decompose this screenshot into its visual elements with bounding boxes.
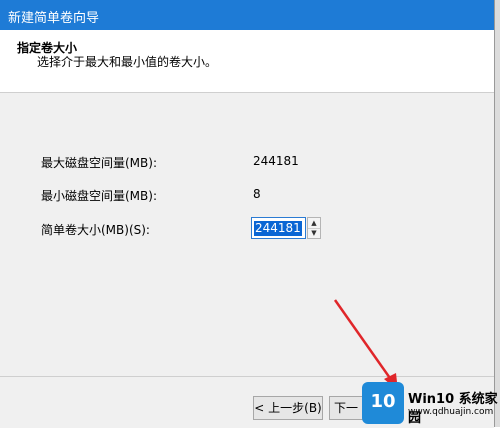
watermark: 10 Win10 系统家园 www.qdhuajin.com (362, 376, 500, 427)
volume-size-stepper[interactable]: 244181 ▲ ▼ (251, 217, 321, 239)
min-space-label: 最小磁盘空间量(MB): (41, 189, 157, 203)
watermark-logo: 10 (362, 382, 404, 424)
back-button[interactable]: < 上一步(B) (253, 396, 323, 420)
wizard-header: 指定卷大小 选择介于最大和最小值的卷大小。 (0, 30, 494, 93)
volume-size-input[interactable]: 244181 (251, 217, 306, 239)
volume-size-selected-text: 244181 (254, 221, 302, 236)
wizard-window: 新建简单卷向导 指定卷大小 选择介于最大和最小值的卷大小。 最大磁盘空间量(MB… (0, 0, 495, 428)
max-space-value: 244181 (253, 154, 299, 168)
watermark-logo-text: 10 (370, 391, 396, 412)
volume-size-label: 简单卷大小(MB)(S): (41, 223, 150, 237)
spin-down-icon[interactable]: ▼ (308, 228, 320, 238)
watermark-url: www.qdhuajin.com (408, 407, 494, 417)
window-title: 新建简单卷向导 (8, 11, 100, 26)
background-window-edge (495, 0, 500, 427)
page-subheading: 选择介于最大和最小值的卷大小。 (37, 55, 218, 69)
max-space-label: 最大磁盘空间量(MB): (41, 156, 157, 170)
title-bar: 新建简单卷向导 (0, 0, 494, 30)
min-space-value: 8 (253, 187, 261, 201)
spin-buttons: ▲ ▼ (307, 217, 321, 239)
